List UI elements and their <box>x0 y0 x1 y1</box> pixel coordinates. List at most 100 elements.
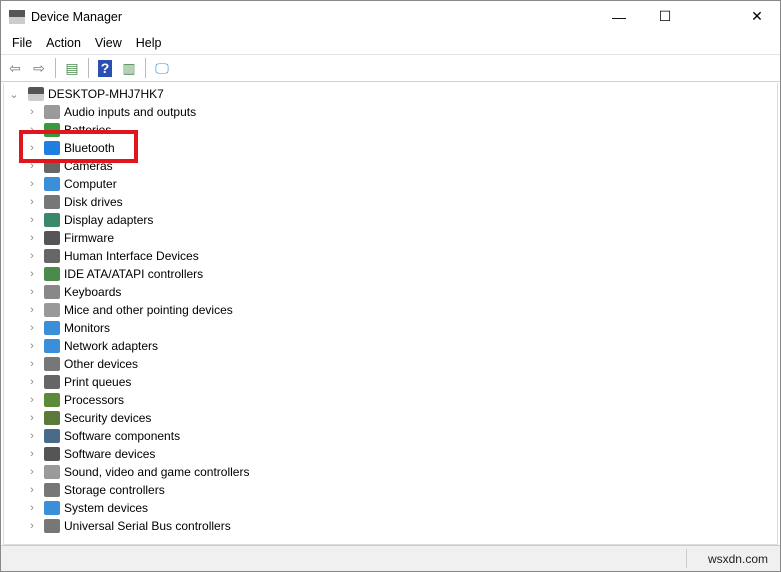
tree-item-universal-serial-bus-controllers[interactable]: › Universal Serial Bus controllers <box>26 517 231 535</box>
tree-item-keyboards[interactable]: › Keyboards <box>26 283 121 301</box>
tree-item-print-queues[interactable]: › Print queues <box>26 373 131 391</box>
tree-root[interactable]: ⌄ DESKTOP-MHJ7HK7 <box>8 85 164 103</box>
tree-item-human-interface-devices[interactable]: › Human Interface Devices <box>26 247 199 265</box>
chevron-right-icon[interactable]: › <box>26 214 38 226</box>
tree-item-monitors[interactable]: › Monitors <box>26 319 110 337</box>
chevron-down-icon[interactable]: ⌄ <box>8 88 20 101</box>
minimize-button[interactable]: — <box>596 1 642 32</box>
maximize-button[interactable]: ☐ <box>642 1 688 32</box>
device-category-icon <box>44 105 60 119</box>
tree-item-security-devices[interactable]: › Security devices <box>26 409 151 427</box>
close-button[interactable]: ✕ <box>734 1 780 32</box>
chevron-right-icon[interactable]: › <box>26 358 38 370</box>
chevron-right-icon[interactable]: › <box>26 232 38 244</box>
tree-item-label: Human Interface Devices <box>64 249 199 263</box>
tree-item-label: Monitors <box>64 321 111 335</box>
device-category-icon <box>44 213 60 227</box>
toolbar-separator <box>88 58 89 78</box>
forward-arrow-icon[interactable]: ⇨ <box>29 58 49 78</box>
tree-item-label: System devices <box>64 501 149 515</box>
tree-item-label: Universal Serial Bus controllers <box>64 519 231 533</box>
device-category-icon <box>44 303 60 317</box>
chevron-right-icon[interactable]: › <box>26 178 38 190</box>
tree-item-computer[interactable]: › Computer <box>26 175 117 193</box>
tree-item-sound-video-and-game-controllers[interactable]: › Sound, video and game controllers <box>26 463 249 481</box>
toolbar-separator <box>145 58 146 78</box>
tree-item-label: Software components <box>64 429 181 443</box>
device-category-icon <box>44 465 60 479</box>
menu-view[interactable]: View <box>88 36 129 50</box>
chevron-right-icon[interactable]: › <box>26 106 38 118</box>
chevron-right-icon[interactable]: › <box>26 520 38 532</box>
chevron-right-icon[interactable]: › <box>26 484 38 496</box>
tree-item-display-adapters[interactable]: › Display adapters <box>26 211 153 229</box>
tree-item-network-adapters[interactable]: › Network adapters <box>26 337 158 355</box>
device-category-icon <box>44 267 60 281</box>
chevron-right-icon[interactable]: › <box>26 502 38 514</box>
bluetooth-highlight-box <box>19 130 138 163</box>
chevron-right-icon[interactable]: › <box>26 286 38 298</box>
tree-item-firmware[interactable]: › Firmware <box>26 229 114 247</box>
tree-item-label: Computer <box>64 177 117 191</box>
status-bar: wsxdn.com <box>1 545 780 571</box>
back-arrow-icon[interactable]: ⇦ <box>5 58 25 78</box>
chevron-right-icon[interactable]: › <box>26 250 38 262</box>
properties-icon[interactable]: ▤ <box>62 58 82 78</box>
device-manager-icon <box>9 9 25 24</box>
tree-item-label: Other devices <box>64 357 139 371</box>
tree-item-ide-ata-atapi-controllers[interactable]: › IDE ATA/ATAPI controllers <box>26 265 203 283</box>
toolbar: ⇦ ⇨ ▤ ? ▥ 🖵 <box>1 54 780 82</box>
chevron-right-icon[interactable]: › <box>26 430 38 442</box>
chevron-right-icon[interactable]: › <box>26 340 38 352</box>
device-category-icon <box>44 339 60 353</box>
device-category-icon <box>44 357 60 371</box>
chevron-right-icon[interactable]: › <box>26 322 38 334</box>
scan-hardware-icon[interactable]: 🖵 <box>152 58 172 78</box>
chevron-right-icon[interactable]: › <box>26 376 38 388</box>
tree-item-label: Storage controllers <box>64 483 165 497</box>
device-category-icon <box>44 411 60 425</box>
tree-item-software-devices[interactable]: › Software devices <box>26 445 155 463</box>
status-pane: wsxdn.com <box>686 549 778 568</box>
tree-item-label: Processors <box>64 393 125 407</box>
menu-bar: File Action View Help <box>1 32 780 54</box>
update-driver-icon[interactable]: ▥ <box>119 58 139 78</box>
tree-item-label: Disk drives <box>64 195 123 209</box>
tree-item-storage-controllers[interactable]: › Storage controllers <box>26 481 165 499</box>
tree-item-label: Sound, video and game controllers <box>64 465 250 479</box>
chevron-right-icon[interactable]: › <box>26 448 38 460</box>
menu-help[interactable]: Help <box>129 36 169 50</box>
computer-icon <box>28 87 44 101</box>
tree-item-label: Audio inputs and outputs <box>64 105 197 119</box>
tree-item-disk-drives[interactable]: › Disk drives <box>26 193 123 211</box>
device-manager-window: Device Manager — ☐ ✕ File Action View He… <box>0 0 781 572</box>
tree-item-label: Security devices <box>64 411 152 425</box>
chevron-right-icon[interactable]: › <box>26 394 38 406</box>
help-icon[interactable]: ? <box>95 58 115 78</box>
chevron-right-icon[interactable]: › <box>26 268 38 280</box>
chevron-right-icon[interactable]: › <box>26 412 38 424</box>
chevron-right-icon[interactable]: › <box>26 466 38 478</box>
tree-item-label: Display adapters <box>64 213 154 227</box>
tree-item-system-devices[interactable]: › System devices <box>26 499 148 517</box>
window-title: Device Manager <box>31 9 123 24</box>
device-category-icon <box>44 231 60 245</box>
menu-action[interactable]: Action <box>39 36 88 50</box>
menu-file[interactable]: File <box>5 36 39 50</box>
tree-item-label: Keyboards <box>64 285 122 299</box>
title-bar: Device Manager — ☐ ✕ <box>1 1 780 32</box>
tree-item-other-devices[interactable]: › Other devices <box>26 355 138 373</box>
tree-item-mice-and-other-pointing-devices[interactable]: › Mice and other pointing devices <box>26 301 233 319</box>
device-category-icon <box>44 195 60 209</box>
tree-item-label: Mice and other pointing devices <box>64 303 233 317</box>
tree-item-software-components[interactable]: › Software components <box>26 427 180 445</box>
device-category-icon <box>44 447 60 461</box>
device-category-icon <box>44 483 60 497</box>
device-category-icon <box>44 177 60 191</box>
chevron-right-icon[interactable]: › <box>26 304 38 316</box>
tree-item-audio-inputs-and-outputs[interactable]: › Audio inputs and outputs <box>26 103 196 121</box>
tree-item-label: Software devices <box>64 447 156 461</box>
chevron-right-icon[interactable]: › <box>26 196 38 208</box>
tree-item-processors[interactable]: › Processors <box>26 391 124 409</box>
root-label: DESKTOP-MHJ7HK7 <box>48 87 164 101</box>
